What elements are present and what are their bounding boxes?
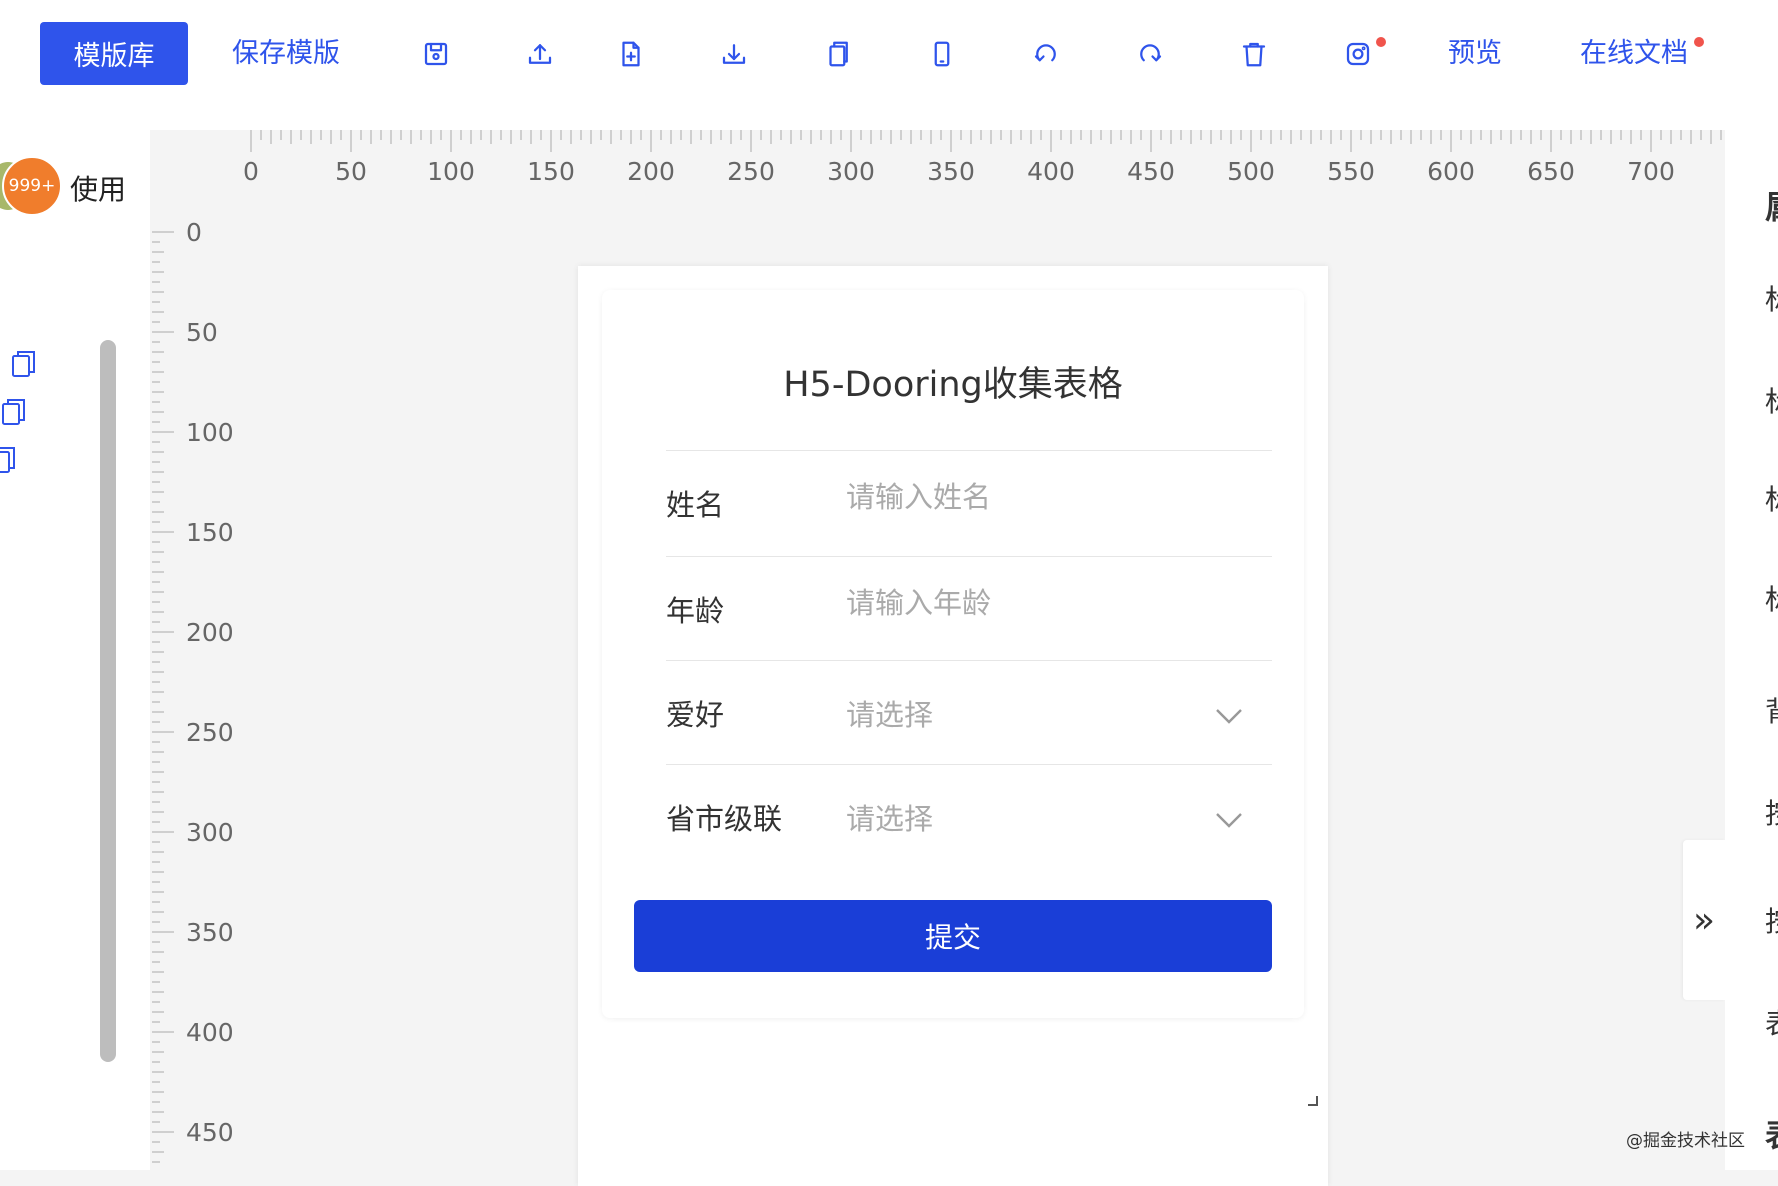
property-label: 背 <box>1765 690 1778 730</box>
undo-icon[interactable] <box>1022 30 1070 78</box>
property-label: 标 <box>1765 578 1778 618</box>
editor-canvas[interactable]: H5-Dooring收集表格 姓名 年龄 爱好 请选择 省市级联 请选择 提交 <box>578 266 1328 1186</box>
ruler-label: 0 <box>186 218 202 247</box>
horizontal-ruler-ticks: 0 50 100 150 200 250 300 350 400 450 500 550 600 650 7… <box>243 130 1722 186</box>
name-label: 姓名 <box>666 488 725 522</box>
ruler-label: 450 <box>1127 157 1175 186</box>
form-card: H5-Dooring收集表格 姓名 年龄 爱好 请选择 省市级联 请选择 提交 <box>602 290 1304 1018</box>
upload-icon[interactable] <box>516 30 564 78</box>
ruler-label: 350 <box>927 157 975 186</box>
use-label[interactable]: 使用 <box>70 168 126 208</box>
ruler-label: 600 <box>1427 157 1475 186</box>
name-input[interactable] <box>846 480 1226 514</box>
copy-icon[interactable] <box>0 444 18 476</box>
copy-icon[interactable] <box>0 396 28 428</box>
count-badge: 999+ <box>2 156 62 216</box>
notification-dot <box>1376 37 1386 47</box>
left-scrollbar[interactable] <box>100 340 116 1062</box>
region-label: 省市级联 <box>666 802 783 836</box>
chevron-down-icon[interactable] <box>1214 706 1244 726</box>
ruler-label: 300 <box>827 157 875 186</box>
notification-dot <box>1694 37 1704 47</box>
redo-icon[interactable] <box>1126 30 1174 78</box>
ruler-label: 150 <box>527 157 575 186</box>
save-icon[interactable] <box>412 30 460 78</box>
ruler-label: 100 <box>186 418 234 447</box>
ruler-label: 50 <box>186 318 218 347</box>
divider <box>666 660 1272 661</box>
ruler-label: 250 <box>727 157 775 186</box>
ruler-label: 100 <box>427 157 475 186</box>
age-input[interactable] <box>846 586 1226 620</box>
watermark: @掘金技术社区 <box>1626 1131 1745 1151</box>
divider <box>666 556 1272 557</box>
region-cascader[interactable]: 请选择 <box>846 796 1226 838</box>
property-label: 标 <box>1765 478 1778 518</box>
preview-button[interactable]: 预览 <box>1448 30 1502 78</box>
property-label: 按 <box>1765 792 1778 832</box>
vertical-ruler[interactable]: 0 50 100 150 200 250 300 350 400 450 <box>150 200 250 1170</box>
ruler-label: 450 <box>186 1118 234 1147</box>
copy-icon[interactable] <box>814 30 862 78</box>
template-library-button[interactable]: 模版库 <box>40 22 188 85</box>
download-icon[interactable] <box>710 30 758 78</box>
mobile-icon[interactable] <box>918 30 966 78</box>
property-label: 表 <box>1765 1002 1778 1042</box>
ruler-label: 200 <box>627 157 675 186</box>
divider <box>666 764 1272 765</box>
divider <box>666 450 1272 451</box>
submit-button[interactable]: 提交 <box>634 900 1272 972</box>
save-template-button[interactable]: 保存模版 <box>232 30 340 78</box>
instagram-icon[interactable] <box>1334 30 1382 78</box>
property-label: 标 <box>1765 380 1778 420</box>
ruler-label: 550 <box>1327 157 1375 186</box>
age-label: 年龄 <box>666 594 725 628</box>
online-docs-button[interactable]: 在线文档 <box>1580 30 1688 78</box>
form-title: H5-Dooring收集表格 <box>783 365 1123 405</box>
ruler-label: 200 <box>186 618 234 647</box>
vertical-ruler-ticks: 0 50 100 150 200 250 300 350 400 450 <box>152 218 234 1163</box>
property-label: 标 <box>1765 278 1778 318</box>
chevron-down-icon[interactable] <box>1214 810 1244 830</box>
horizontal-ruler[interactable]: 0 50 100 150 200 250 300 350 400 450 500 550 600 650 7… <box>150 130 1725 200</box>
ruler-label: 300 <box>186 818 234 847</box>
top-toolbar: 模版库 保存模版 预览 在线文档 <box>0 0 1778 130</box>
new-file-icon[interactable] <box>607 30 655 78</box>
hobby-label: 爱好 <box>666 698 725 732</box>
right-panel: 属标标标标背按按表表 <box>1725 130 1778 1170</box>
ruler-label: 0 <box>243 157 259 186</box>
property-label: 按 <box>1765 900 1778 940</box>
hobby-select[interactable]: 请选择 <box>846 692 1226 734</box>
collapse-panel-button[interactable]: » <box>1683 840 1725 1000</box>
ruler-label: 50 <box>335 157 367 186</box>
ruler-label: 400 <box>186 1018 234 1047</box>
ruler-label: 250 <box>186 718 234 747</box>
copy-icon[interactable] <box>10 348 38 380</box>
ruler-label: 650 <box>1527 157 1575 186</box>
ruler-label: 500 <box>1227 157 1275 186</box>
property-label: 属 <box>1765 182 1778 228</box>
ruler-label: 350 <box>186 918 234 947</box>
left-panel: 999+ 使用 <box>0 130 150 1170</box>
property-label: 表 <box>1765 1110 1778 1156</box>
ruler-label: 700 <box>1627 157 1675 186</box>
ruler-label: 150 <box>186 518 234 547</box>
delete-icon[interactable] <box>1230 30 1278 78</box>
resize-handle[interactable] <box>1308 1096 1318 1106</box>
ruler-label: 400 <box>1027 157 1075 186</box>
